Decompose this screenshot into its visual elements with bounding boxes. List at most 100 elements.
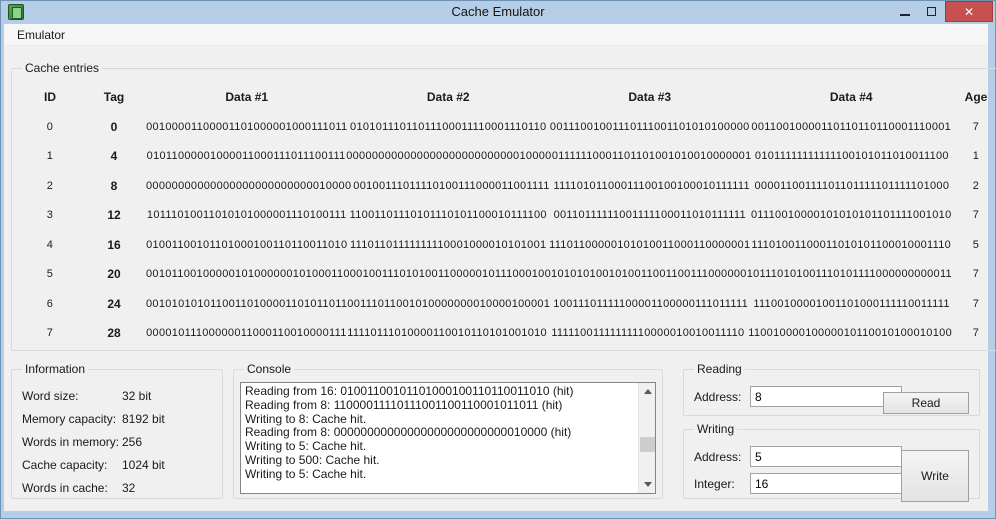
write-button[interactable]: Write	[901, 450, 969, 502]
console-line: Reading from 8: 110000111101110011001100…	[245, 397, 563, 412]
cell-id: 1	[46, 150, 54, 163]
scroll-down-button[interactable]	[639, 476, 655, 493]
cell-data1: 10111010011010101000001110100111	[146, 209, 347, 222]
console-line: Writing to 500: Cache hit.	[245, 452, 380, 467]
table-row: 3 12 10111010011010101000001110100111 11001…	[18, 201, 996, 231]
cell-id: 4	[46, 238, 54, 251]
info-value: 32 bit	[122, 389, 152, 403]
table-row: 2 8 00000000000000000000000000010000 001001…	[18, 171, 996, 201]
console-output[interactable]: Reading from 16: 01001100101101000100110…	[240, 382, 656, 494]
cell-age: 7	[972, 268, 980, 281]
cell-id: 6	[46, 297, 54, 310]
console-line: Reading from 16: 01001100101101000100110…	[245, 384, 574, 398]
console-line: Reading from 8: 000000000000000000000000…	[245, 425, 572, 440]
cell-data2: 00111011001010000000010000100001	[347, 297, 551, 310]
cell-data4: 11101001100011010101100010001110	[751, 238, 952, 251]
cache-entries-title: Cache entries	[25, 61, 100, 75]
cell-data3: 10011101111100001100000111011111	[553, 297, 749, 310]
writing-address-label: Address:	[694, 449, 742, 464]
scroll-up-icon	[643, 389, 652, 394]
info-row: Memory capacity: 8192 bit	[18, 412, 216, 426]
info-value: 8192 bit	[122, 412, 165, 426]
cell-tag: 4	[110, 149, 118, 164]
cell-data3: 00110111111001111100011010111111	[553, 209, 746, 222]
menu-item-emulator[interactable]: Emulator	[11, 26, 71, 44]
cell-tag: 28	[107, 326, 121, 341]
client-area: Emulator Cache entries ID Tag Data #1 Data …	[4, 24, 996, 511]
scrollbar-thumb[interactable]	[640, 436, 655, 452]
cell-tag: 12	[107, 208, 121, 223]
reading-group: Reading Address: Read	[683, 362, 980, 416]
info-label: Words in memory:	[22, 435, 120, 449]
info-row: Word size: 32 bit	[18, 389, 216, 403]
cell-id: 2	[46, 179, 54, 192]
read-button[interactable]: Read	[883, 392, 969, 414]
table-row: 7 28 00001011100000011000110010000111 11110…	[18, 319, 996, 349]
cell-age: 7	[972, 327, 980, 340]
cell-age: 7	[972, 120, 980, 133]
info-row: Cache capacity: 1024 bit	[18, 458, 216, 472]
cell-data3: 01111110001101101001010010000001	[551, 150, 752, 163]
minimize-button[interactable]	[891, 1, 918, 22]
info-row: Words in cache: 32	[18, 481, 216, 495]
info-value: 32	[122, 481, 136, 495]
console-line: Writing to 8: Cache hit.	[245, 411, 367, 426]
console-line: Writing to 5: Cache hit.	[245, 439, 367, 454]
close-button[interactable]: ✕	[945, 1, 993, 22]
console-scrollbar[interactable]	[638, 383, 655, 493]
column-header: Age	[964, 89, 988, 104]
cell-id: 7	[46, 327, 54, 340]
cell-tag: 20	[107, 267, 121, 282]
cache-entries-group: Cache entries ID Tag Data #1 Data #2 Data #3…	[11, 61, 996, 351]
cell-tag: 8	[110, 178, 118, 193]
table-row: 1 4 01011000001000011000111011100111 000000…	[18, 142, 996, 172]
reading-address-label: Address:	[694, 389, 742, 404]
information-title: Information	[25, 362, 86, 376]
info-row: Words in memory: 256	[18, 435, 216, 449]
column-header: ID	[44, 89, 56, 104]
cell-data4: 00001100111101101111101111101000	[754, 179, 950, 192]
info-label: Memory capacity:	[22, 412, 117, 426]
column-header: Data #4	[829, 89, 873, 104]
window-title: Cache Emulator	[451, 4, 545, 19]
cell-data2: 01010111011011100011110001110110	[350, 120, 547, 133]
cell-age: 7	[972, 209, 980, 222]
column-header: Data #3	[628, 89, 672, 104]
cell-data1: 00100001100001101000001000111011	[146, 120, 348, 133]
minimize-icon	[899, 13, 910, 16]
writing-integer-input[interactable]	[750, 473, 902, 494]
menu-bar: Emulator	[4, 24, 988, 46]
cell-age: 1	[972, 150, 980, 163]
cell-data2: 11110111010000110010110101001010	[347, 327, 547, 340]
cell-data3: 00111001001110111001101010100000	[549, 120, 750, 133]
cell-data1: 00001011100000011000110010000111	[146, 327, 347, 340]
cell-data3: 10101010010100110011001110000001	[551, 268, 754, 281]
cell-age: 5	[972, 238, 980, 251]
column-header: Tag	[103, 89, 125, 104]
reading-address-input[interactable]	[750, 386, 902, 407]
console-title: Console	[247, 362, 292, 376]
scroll-down-icon	[643, 482, 652, 487]
information-group: Information Word size: 32 bit Memory capac…	[11, 362, 223, 499]
maximize-button[interactable]	[918, 1, 945, 22]
cell-data1: 00101100100000101000000101000110	[146, 268, 350, 281]
table-row: 5 20 00101100100000101000000101000110 00100…	[18, 260, 996, 290]
cell-data3: 11111001111111110000010010011110	[551, 327, 745, 340]
info-label: Word size:	[22, 389, 79, 403]
cell-data4: 11001000010000010110010100010100	[748, 327, 952, 340]
info-label: Words in cache:	[22, 481, 108, 495]
cell-data4: 01110101001110101111000000000011	[753, 268, 952, 281]
cell-data2: 11001101110101110101100010111100	[349, 209, 547, 222]
reading-title: Reading	[697, 362, 742, 376]
cell-data4: 11100100001001101000111110011111	[753, 297, 950, 310]
writing-title: Writing	[697, 422, 735, 436]
cell-id: 3	[46, 209, 54, 222]
info-label: Cache capacity:	[22, 458, 108, 472]
scroll-up-button[interactable]	[639, 383, 655, 400]
table-header-row: ID Tag Data #1 Data #2 Data #3 Data #4 Age	[18, 81, 996, 112]
table-row: 0 0 00100001100001101000001000111011 010101…	[18, 112, 996, 142]
titlebar[interactable]: Cache Emulator ✕	[1, 1, 995, 24]
cell-id: 0	[46, 120, 54, 133]
writing-address-input[interactable]	[750, 446, 902, 467]
cell-data3: 11101100000101010011000110000001	[549, 238, 751, 251]
